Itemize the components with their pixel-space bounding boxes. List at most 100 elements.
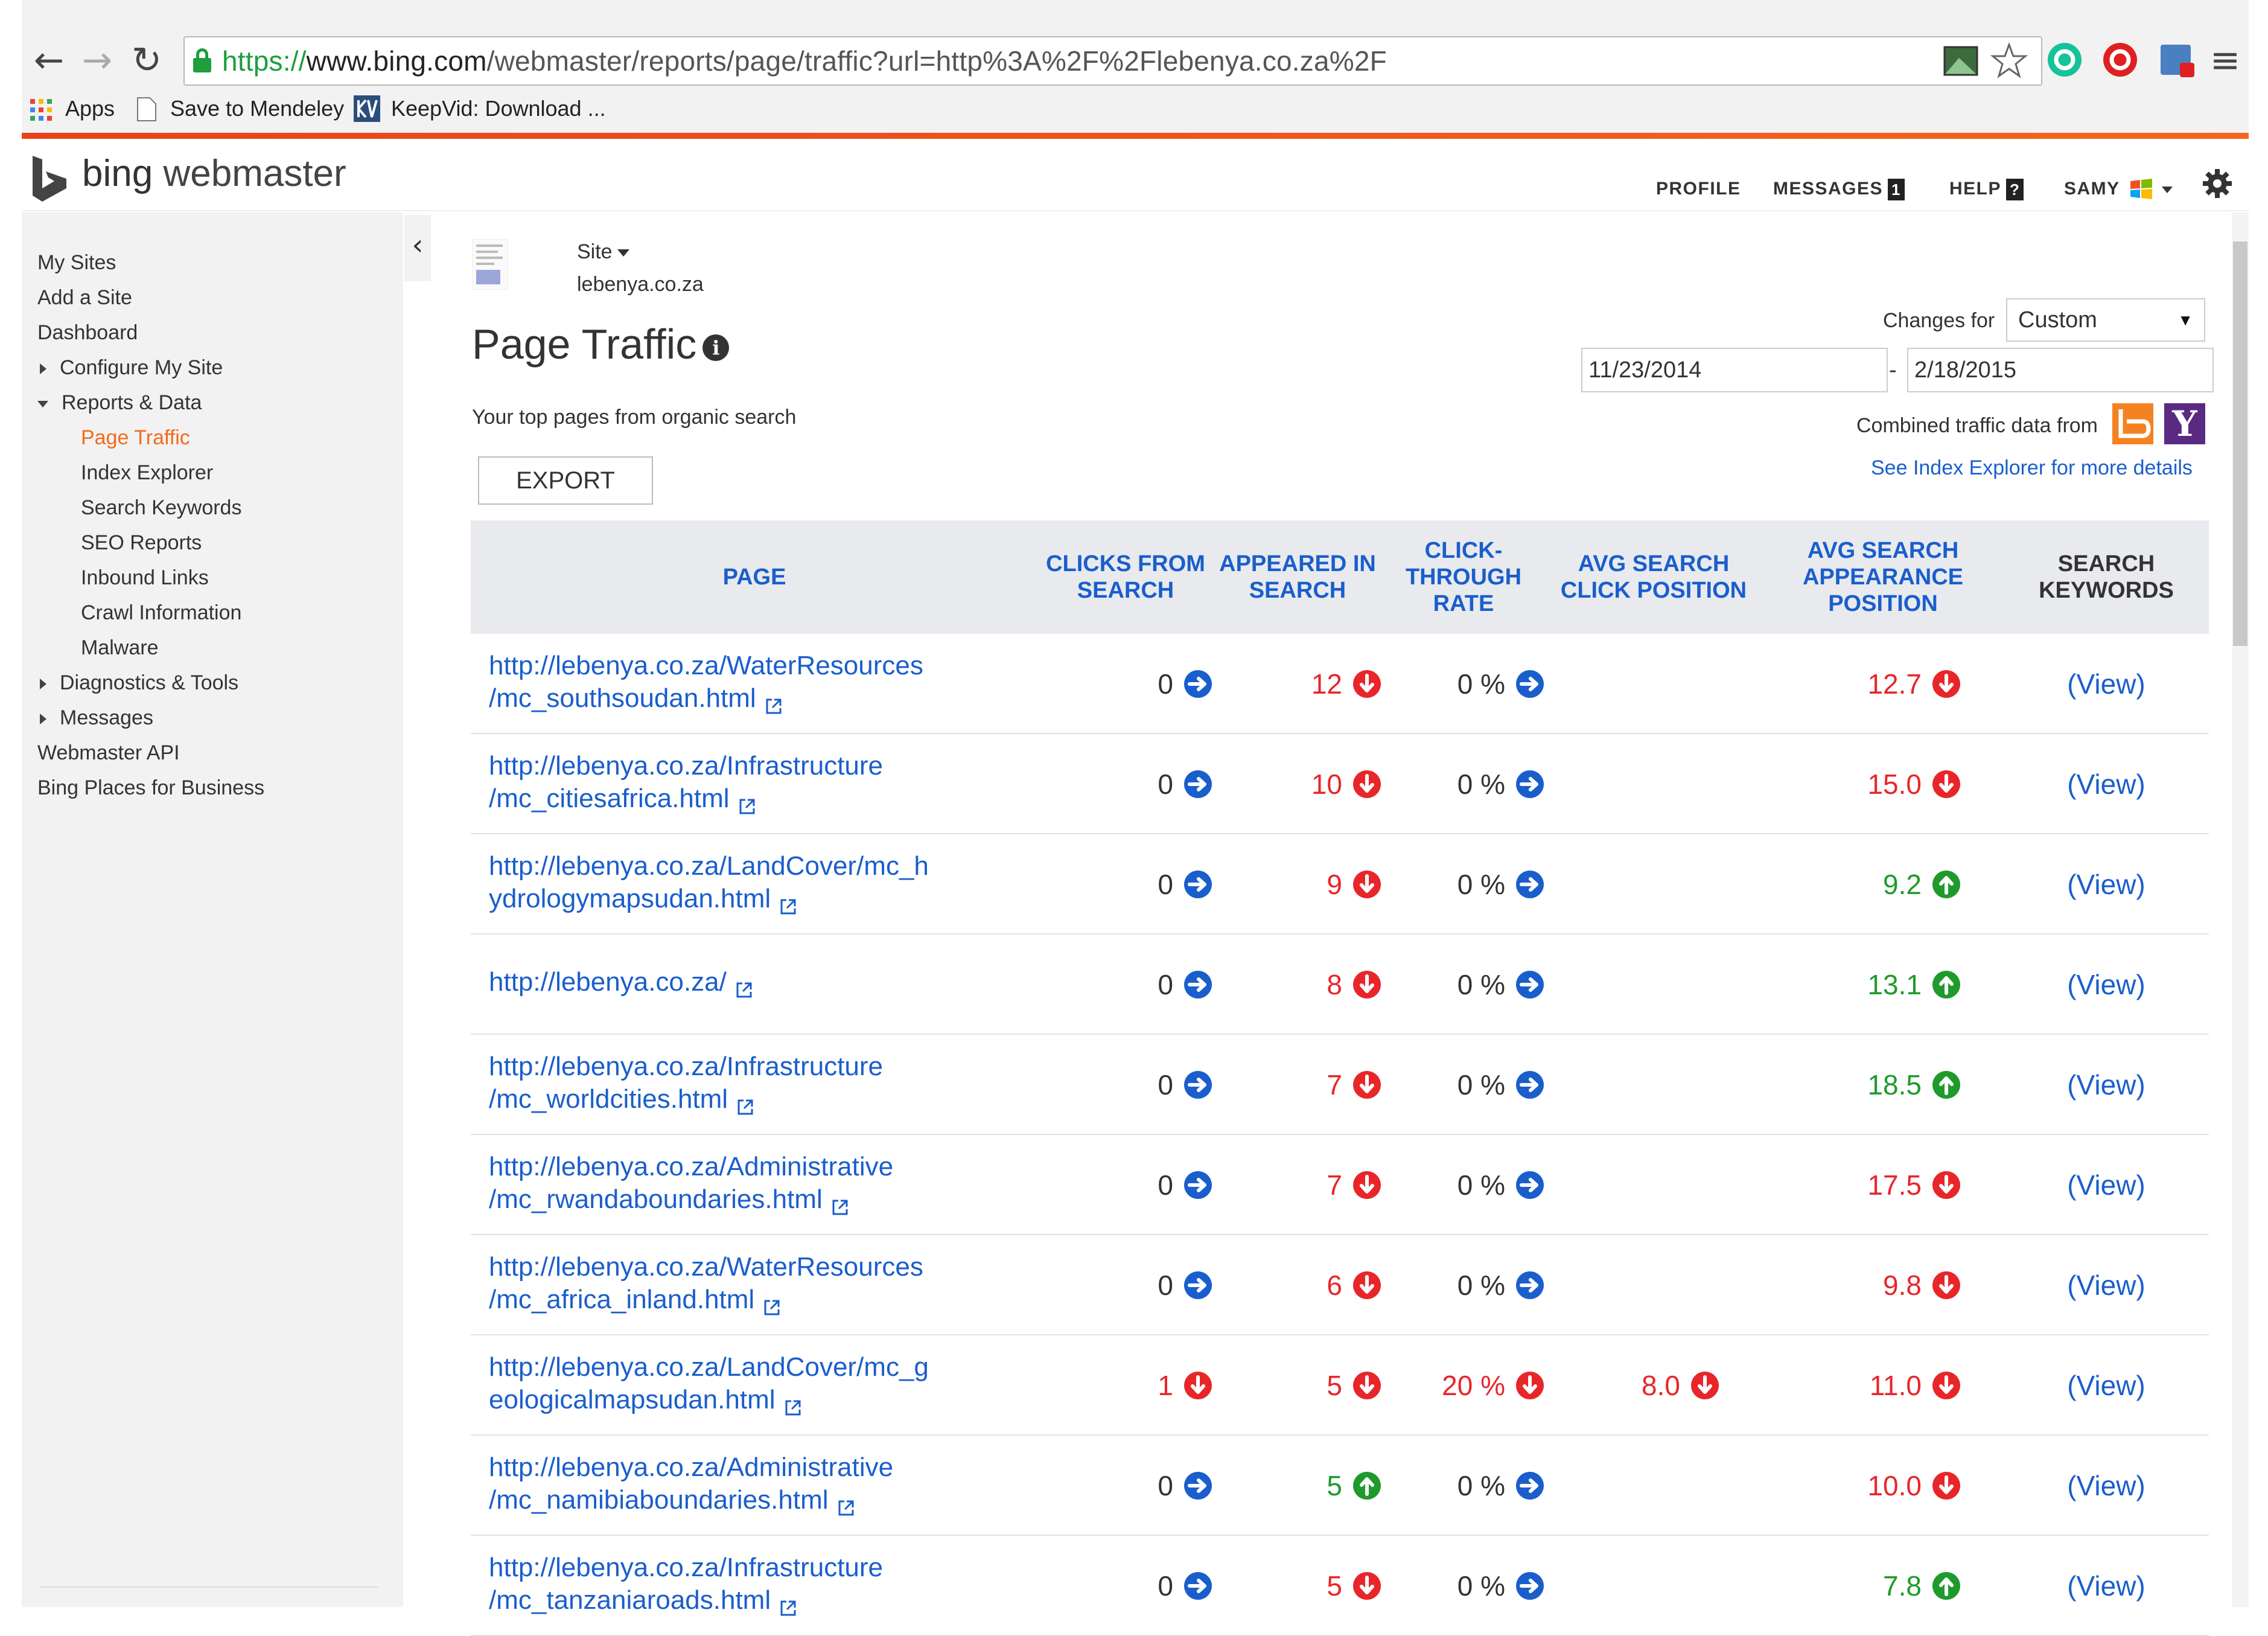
external-link-icon[interactable] <box>735 974 753 998</box>
date-from-input[interactable] <box>1581 348 1888 392</box>
bookmark-apps[interactable]: Apps <box>65 93 115 124</box>
page-url-line: http://lebenya.co.za/WaterResources <box>489 1252 923 1282</box>
user-menu[interactable]: SAMY <box>2064 179 2173 200</box>
sidebar-item-configure-my-site[interactable]: Configure My Site <box>40 353 223 383</box>
page-url-link[interactable]: http://lebenya.co.za/Infrastructure/mc_t… <box>489 1551 972 1617</box>
sidebar-item-bing-places[interactable]: Bing Places for Business <box>37 773 264 803</box>
sidebar-item-search-keywords[interactable]: Search Keywords <box>81 493 241 523</box>
trend-flat-icon <box>1515 769 1545 799</box>
trend-down-icon <box>1931 1170 1961 1200</box>
site-selector[interactable]: Site <box>577 240 629 264</box>
bookmark-keepvid[interactable]: KeepVid: Download ... <box>391 93 606 124</box>
col-clicks-from-search[interactable]: CLICKS FROM SEARCH <box>1038 520 1213 634</box>
view-keywords-link[interactable]: (View) <box>2004 935 2209 1035</box>
bookmark-save-to-mendeley[interactable]: Save to Mendeley <box>170 93 344 124</box>
forward-icon[interactable]: → <box>76 37 118 83</box>
cell-value: 1 <box>1158 1370 1173 1401</box>
sidebar-item-messages[interactable]: Messages <box>40 703 153 733</box>
sidebar-item-my-sites[interactable]: My Sites <box>37 248 116 278</box>
menu-icon[interactable]: ≡ <box>2204 37 2246 83</box>
bing-logo-icon[interactable] <box>30 155 69 203</box>
table-row: http://lebenya.co.za/Infrastructure/mc_c… <box>471 734 2209 834</box>
sidebar-item-index-explorer[interactable]: Index Explorer <box>81 458 213 488</box>
bookmark-star-icon[interactable] <box>1990 42 2028 80</box>
changes-for-select[interactable]: Custom ▼ <box>2006 298 2205 342</box>
export-button[interactable]: EXPORT <box>478 456 653 505</box>
index-explorer-link[interactable]: See Index Explorer for more details <box>1871 456 2193 480</box>
info-icon[interactable]: i <box>702 334 730 361</box>
profile-link[interactable]: PROFILE <box>1656 179 1741 199</box>
col-click-through-rate[interactable]: CLICK- THROUGH RATE <box>1382 520 1545 634</box>
view-keywords-link[interactable]: (View) <box>2004 1035 2209 1135</box>
col-appeared-in-search[interactable]: APPEARED IN SEARCH <box>1213 520 1382 634</box>
cell-value: 0 <box>1158 1470 1173 1501</box>
view-keywords-link[interactable]: (View) <box>2004 1536 2209 1636</box>
sidebar-item-crawl-information[interactable]: Crawl Information <box>81 598 241 628</box>
sidebar-item-page-traffic[interactable]: Page Traffic <box>81 423 190 453</box>
cell-ctr: 20 % <box>1442 1335 1545 1436</box>
external-link-icon[interactable] <box>784 1392 802 1416</box>
page-url-link[interactable]: http://lebenya.co.za/ <box>489 966 972 999</box>
external-link-icon[interactable] <box>779 1593 797 1616</box>
help-link[interactable]: HELP? <box>1949 179 2024 201</box>
extension-adblock-icon[interactable] <box>2101 41 2139 78</box>
page-url-link[interactable]: http://lebenya.co.za/WaterResources/mc_a… <box>489 1251 972 1316</box>
date-to-input[interactable] <box>1907 348 2214 392</box>
view-keywords-link[interactable]: (View) <box>2004 1335 2209 1436</box>
view-keywords-link[interactable]: (View) <box>2004 834 2209 935</box>
page-url-link[interactable]: http://lebenya.co.za/LandCover/mc_h ydrol… <box>489 850 972 915</box>
external-link-icon[interactable] <box>736 1091 754 1115</box>
sidebar-item-webmaster-api[interactable]: Webmaster API <box>37 738 180 768</box>
cell-appeared: 5 <box>1327 1436 1382 1536</box>
page-url-link[interactable]: http://lebenya.co.za/Administrative/mc_r… <box>489 1151 972 1216</box>
cell-clicks: 0 <box>1158 1135 1213 1235</box>
messages-link[interactable]: MESSAGES 1 <box>1773 179 1905 201</box>
trend-down-icon <box>1931 1370 1961 1401</box>
view-keywords-link[interactable]: (View) <box>2004 734 2209 834</box>
external-link-icon[interactable] <box>763 1292 781 1315</box>
scrollbar-thumb[interactable] <box>2233 241 2247 646</box>
page-url-link[interactable]: http://lebenya.co.za/WaterResources/mc_s… <box>489 650 972 715</box>
view-keywords-link[interactable]: (View) <box>2004 634 2209 734</box>
sidebar-item-add-a-site[interactable]: Add a Site <box>37 283 132 313</box>
view-keywords-link[interactable]: (View) <box>2004 1135 2209 1235</box>
table-row: http://lebenya.co.za/Infrastructure/mc_w… <box>471 1035 2209 1135</box>
col-avg-search-appearance-position[interactable]: AVG SEARCH APPEARANCE POSITION <box>1762 520 2004 634</box>
external-link-icon[interactable] <box>831 1192 849 1215</box>
page-url-link[interactable]: http://lebenya.co.za/Infrastructure/mc_w… <box>489 1050 972 1116</box>
reload-icon[interactable]: ↻ <box>126 37 168 83</box>
cell-value: 15.0 <box>1867 768 1922 800</box>
col-page[interactable]: PAGE <box>471 520 1038 634</box>
extension-office-icon[interactable] <box>2158 41 2196 78</box>
sidebar-item-malware[interactable]: Malware <box>81 633 158 663</box>
col-avg-search-click-position[interactable]: AVG SEARCH CLICK POSITION <box>1545 520 1762 634</box>
site-logo-text[interactable]: bing webmaster <box>82 152 346 195</box>
page-url-link[interactable]: http://lebenya.co.za/Infrastructure/mc_c… <box>489 750 972 815</box>
cell-clicks: 0 <box>1158 634 1213 734</box>
cell-clicks: 0 <box>1158 1536 1213 1636</box>
extension-grammarly-icon[interactable] <box>2046 41 2083 78</box>
view-keywords-link[interactable]: (View) <box>2004 1436 2209 1536</box>
settings-gear-icon[interactable] <box>2202 168 2233 199</box>
cell-appeared: 8 <box>1327 935 1382 1035</box>
address-bar[interactable]: https://www.bing.com/webmaster/reports/p… <box>183 36 2042 86</box>
external-link-icon[interactable] <box>738 791 756 814</box>
page-url-link[interactable]: http://lebenya.co.za/Administrative/mc_n… <box>489 1451 972 1516</box>
sidebar-item-dashboard[interactable]: Dashboard <box>37 318 138 348</box>
sidebar-item-diagnostics-tools[interactable]: Diagnostics & Tools <box>40 668 238 698</box>
sidebar-item-seo-reports[interactable]: SEO Reports <box>81 528 202 558</box>
external-link-icon[interactable] <box>779 891 797 915</box>
page-url-link[interactable]: http://lebenya.co.za/LandCover/mc_g eolog… <box>489 1351 972 1416</box>
sidebar-item-reports-and-data[interactable]: Reports & Data <box>37 388 202 418</box>
external-link-icon[interactable] <box>837 1492 855 1516</box>
trend-up-icon <box>1931 869 1961 899</box>
cell-clicks: 0 <box>1158 734 1213 834</box>
trend-down-icon <box>1352 970 1382 1000</box>
page-action-icon[interactable] <box>1942 42 1980 80</box>
url-text[interactable]: https://www.bing.com/webmaster/reports/p… <box>222 37 1387 85</box>
sidebar-collapse-button[interactable]: ‹ <box>404 215 431 281</box>
view-keywords-link[interactable]: (View) <box>2004 1235 2209 1335</box>
sidebar-item-inbound-links[interactable]: Inbound Links <box>81 563 209 593</box>
back-icon[interactable]: ← <box>28 37 70 83</box>
external-link-icon[interactable] <box>765 691 783 714</box>
